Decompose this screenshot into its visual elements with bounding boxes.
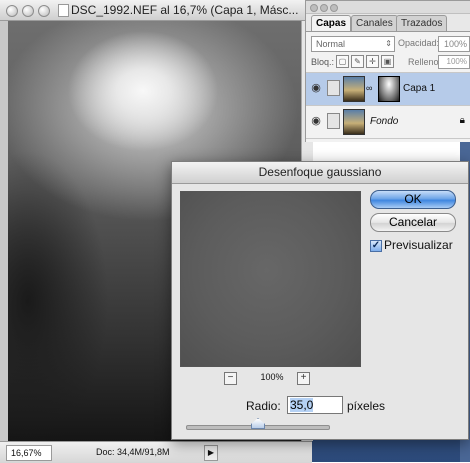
fill-input[interactable]: 100% xyxy=(438,55,470,69)
layers-palette-body: Normal ⇕ Opacidad: 100% Bloq.: ▢ ✎ ✛ ▣ R… xyxy=(306,31,470,142)
layer-row-capa-1[interactable]: ◉ ∞ Capa 1 xyxy=(306,72,470,105)
tab-canales[interactable]: Canales xyxy=(351,15,398,32)
layers-palette: Capas Canales Trazados Normal ⇕ Opacidad… xyxy=(305,0,470,142)
preview-label[interactable]: Previsualizar xyxy=(384,238,453,252)
lock-transparency-icon[interactable]: ▢ xyxy=(336,55,349,68)
lock-icon: 🔒︎ xyxy=(459,115,465,126)
preview-checkbox[interactable]: ✓ xyxy=(370,240,382,252)
layer-row-fondo[interactable]: ◉ Fondo 🔒︎ xyxy=(306,105,470,139)
radius-input[interactable]: 35,0 xyxy=(287,396,343,414)
zoom-level-field[interactable]: 16,67% xyxy=(6,445,52,461)
checkmark-icon: ✓ xyxy=(371,240,381,251)
fill-label: Relleno: xyxy=(408,57,442,67)
ok-button[interactable]: OK xyxy=(370,190,456,209)
document-title: DSC_1992.NEF al 16,7% (Capa 1, Másc... xyxy=(71,3,299,17)
gaussian-blur-dialog: Desenfoque gaussiano − 100% + OK Cancela… xyxy=(171,161,469,440)
lock-position-icon[interactable]: ✛ xyxy=(366,55,379,68)
radius-value: 35,0 xyxy=(290,398,314,412)
tab-capas[interactable]: Capas xyxy=(311,15,352,32)
zoom-out-button[interactable]: − xyxy=(224,372,237,385)
dialog-titlebar[interactable]: Desenfoque gaussiano xyxy=(172,162,468,184)
palette-header xyxy=(306,1,470,14)
minimize-window-button[interactable] xyxy=(22,5,34,17)
palette-minimize-button[interactable] xyxy=(320,4,328,12)
blur-preview-area[interactable] xyxy=(180,191,361,367)
cancel-button[interactable]: Cancelar xyxy=(370,213,456,232)
lock-all-icon[interactable]: ▣ xyxy=(381,55,394,68)
lock-pixels-icon[interactable]: ✎ xyxy=(351,55,364,68)
opacity-label: Opacidad: xyxy=(398,38,440,48)
lock-label: Bloq.: xyxy=(311,57,335,67)
eye-icon[interactable]: ◉ xyxy=(309,82,323,94)
layer-mask-thumbnail[interactable] xyxy=(378,76,400,102)
blend-mode-select[interactable]: Normal ⇕ xyxy=(311,36,395,52)
eye-icon[interactable]: ◉ xyxy=(309,115,323,127)
layer-thumbnail[interactable] xyxy=(343,109,365,135)
radius-label: Radio: xyxy=(246,399,281,413)
palette-close-button[interactable] xyxy=(310,4,318,12)
layer-name: Fondo xyxy=(370,116,399,127)
opacity-input[interactable]: 100% xyxy=(438,36,470,52)
chevron-updown-icon: ⇕ xyxy=(385,39,392,48)
palette-zoom-button[interactable] xyxy=(330,4,338,12)
preview-zoom-level: 100% xyxy=(260,372,284,382)
document-file-icon xyxy=(58,4,69,17)
close-window-button[interactable] xyxy=(6,5,18,17)
zoom-in-button[interactable]: + xyxy=(297,372,310,385)
tab-trazados[interactable]: Trazados xyxy=(396,15,448,32)
document-titlebar[interactable]: DSC_1992.NEF al 16,7% (Capa 1, Másc... xyxy=(0,0,312,21)
layer-link-box[interactable] xyxy=(327,113,340,129)
layer-thumbnail[interactable] xyxy=(343,76,365,102)
layer-name: Capa 1 xyxy=(403,83,436,94)
document-size-info: Doc: 34,4M/91,8M xyxy=(96,447,170,457)
status-menu-arrow-icon[interactable]: ▶ xyxy=(204,445,218,461)
document-status-bar: 16,67% Doc: 34,4M/91,8M ▶ xyxy=(0,441,312,463)
layer-link-box[interactable] xyxy=(327,80,340,96)
radius-unit-label: píxeles xyxy=(347,399,386,413)
blend-mode-value: Normal xyxy=(316,39,346,49)
zoom-window-button[interactable] xyxy=(38,5,50,17)
dialog-title: Desenfoque gaussiano xyxy=(258,165,382,179)
chain-link-icon[interactable]: ∞ xyxy=(366,83,372,93)
radius-slider-thumb[interactable] xyxy=(251,418,265,429)
